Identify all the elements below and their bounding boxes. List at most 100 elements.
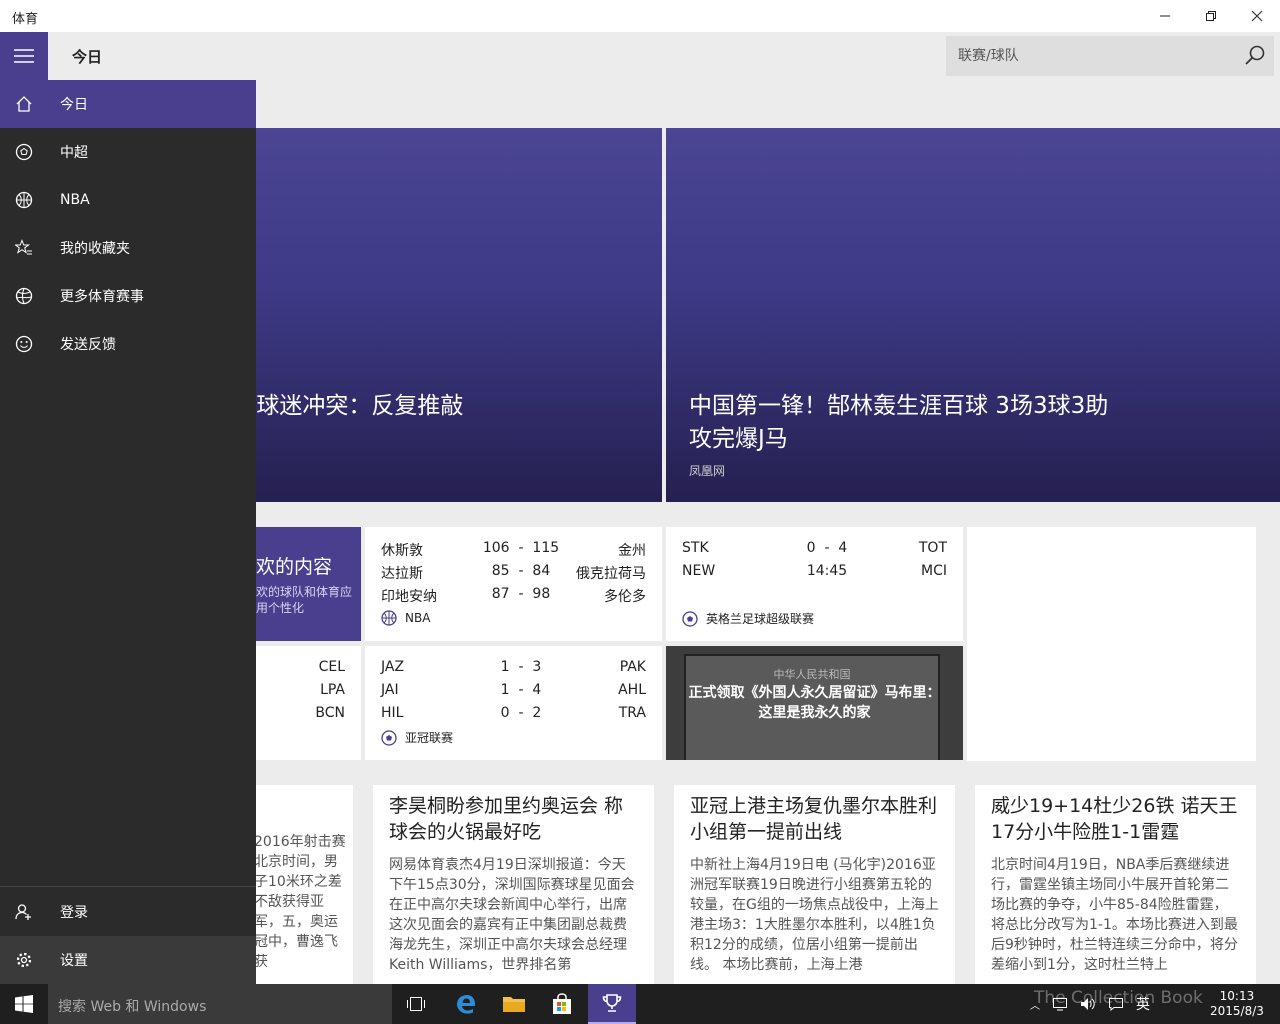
edge-icon (457, 995, 475, 1014)
partial-score-card[interactable]: CEL LPA BCN (250, 646, 361, 760)
team-cell: CEL (318, 659, 345, 675)
league-name: 英格兰足球超级联赛 (706, 612, 815, 626)
taskbar-search-box[interactable]: 搜索 Web 和 Windows (48, 984, 392, 1024)
nav-item-label: 发送反馈 (60, 337, 116, 353)
hero-headline: l球迷冲突：反复推敲 (250, 393, 464, 419)
hero-headline: 中国第一锋！郜林轰生涯百球 3场3球3助攻完爆J马 (689, 393, 1109, 452)
afc-score-card[interactable]: JAZ 1 - 3 PAK JAI 1 - 4 AHL HIL 0 - 2 TRA 亚冠联赛 (365, 646, 662, 760)
personalize-body: 欢的球队和体育应用个性化 (256, 585, 353, 615)
away-team: TOT (918, 540, 947, 556)
nav-item-today[interactable]: 今日 (0, 80, 256, 128)
app-header: 今日 (0, 32, 1280, 80)
taskbar-explorer-button[interactable] (490, 984, 538, 1024)
news-headline: 李昊桐盼参加里约奥运会 称球会的火锅最好吃 (389, 795, 624, 843)
taskbar-search-placeholder: 搜索 Web 和 Windows (58, 999, 207, 1015)
nav-item-label: 今日 (60, 97, 88, 113)
search-box (946, 36, 1274, 76)
clock-date: 2015/8/3 (1210, 1004, 1264, 1018)
score-row: STK 0 - 4 TOT (682, 540, 947, 563)
away-team: 金州 (618, 543, 646, 559)
title-bar: 体育 (0, 0, 1280, 32)
hamburger-menu-button[interactable] (0, 32, 48, 80)
soccer-ball-icon (381, 729, 397, 746)
nav-item-settings[interactable]: 设置 (0, 936, 256, 984)
nav-item-label: 我的收藏夹 (60, 241, 130, 257)
nav-item-nba[interactable]: NBA (0, 176, 256, 224)
windows-logo-icon (15, 995, 33, 1013)
task-view-icon (407, 997, 425, 1011)
nav-item-sign-in[interactable]: 登录 (0, 888, 256, 936)
home-team: JAI (381, 682, 399, 698)
personalize-card[interactable]: 欢的内容 欢的球队和体育应用个性化 (250, 527, 361, 641)
away-team: 多伦多 (604, 589, 646, 605)
nav-item-feedback[interactable]: 发送反馈 (0, 320, 256, 368)
home-icon (16, 96, 32, 112)
score: 1 - 4 (500, 682, 542, 698)
epl-score-card[interactable]: STK 0 - 4 TOT NEW 14:45 MCI 英格兰足球超级联赛 (666, 527, 963, 641)
gear-icon (16, 952, 32, 968)
app-window: 体育 今日 l球迷冲突：反复推敲 中国第一锋！郜林轰生涯百球 3场3球3助攻完爆… (0, 0, 1280, 1024)
score-row: HIL 0 - 2 TRA (381, 705, 646, 728)
task-view-button[interactable] (392, 984, 440, 1024)
score-row: 印地安纳 87 - 98 多伦多 (381, 586, 646, 609)
nba-score-card[interactable]: 休斯敦 106 - 115 金州 达拉斯 85 - 84 俄克拉荷马 印地安纳 87 - … (365, 527, 662, 641)
score: 106 - 115 (482, 540, 560, 556)
score: 0 - 4 (806, 540, 848, 556)
news-card[interactable]: 亚冠上港主场复仇墨尔本胜利 小组第一提前出线 中新社上海4月19日电 (马化宇)… (674, 785, 955, 984)
league-label: 亚冠联赛 (381, 729, 453, 746)
smiley-icon (15, 335, 33, 353)
news-headline: 威少19+14杜少26铁 诺天王17分小牛险胜1-1雷霆 (991, 795, 1238, 843)
news-body: 2016年射击赛北京时间，男子10米环之差不敌获得亚军，五，奥运冠中，曹逸飞获 (254, 834, 346, 970)
hero-card-right[interactable]: 中国第一锋！郜林轰生涯百球 3场3球3助攻完爆J马 凤凰网 (666, 128, 1280, 502)
away-team: 俄克拉荷马 (576, 566, 646, 582)
taskbar: 搜索 Web 和 Windows ︿ 英 The Collection Book… (0, 984, 1280, 1024)
nav-pane: 今日 中超 NBA 我的收藏夹 更多体育赛事 发送反馈 登录 设置 (0, 80, 256, 984)
restore-button[interactable] (1188, 0, 1234, 32)
soccer-ball-icon (682, 610, 698, 627)
nav-item-csl[interactable]: 中超 (0, 128, 256, 176)
nav-item-more-sports[interactable]: 更多体育赛事 (0, 272, 256, 320)
news-body: 北京时间4月19日，NBA季后赛继续进行，雷霆坐镇主场同小牛展开首轮第二场比赛的… (991, 857, 1238, 973)
away-team: MCI (921, 563, 947, 579)
sports-ball-icon (15, 287, 33, 305)
taskbar-edge-button[interactable] (442, 984, 490, 1024)
league-label: 英格兰足球超级联赛 (682, 610, 814, 627)
home-team: NEW (682, 563, 716, 579)
nav-item-label: 登录 (60, 905, 88, 921)
nav-item-favorites[interactable]: 我的收藏夹 (0, 224, 256, 272)
close-button[interactable] (1234, 0, 1280, 32)
home-team: HIL (381, 705, 404, 721)
score-row: 达拉斯 85 - 84 俄克拉荷马 (381, 563, 646, 586)
search-icon (1245, 45, 1265, 65)
home-team: JAZ (381, 659, 405, 675)
taskbar-sports-app-button[interactable] (588, 984, 636, 1024)
minimize-button[interactable] (1142, 0, 1188, 32)
store-bag-icon (553, 993, 571, 1014)
league-name: NBA (405, 611, 431, 625)
photo-news-card[interactable]: 中华人民共和国 正式领取《外国人永久居留证》马布里：这里是我永久的家 (666, 646, 963, 760)
hamburger-icon (14, 49, 34, 63)
start-button[interactable] (0, 984, 48, 1024)
user-add-icon (15, 904, 31, 920)
watermark: The Collection Book (1034, 988, 1203, 1008)
taskbar-store-button[interactable] (538, 984, 586, 1024)
news-card[interactable]: 威少19+14杜少26铁 诺天王17分小牛险胜1-1雷霆 北京时间4月19日，N… (975, 785, 1256, 984)
home-team: 印地安纳 (381, 589, 437, 605)
score: 14:45 (806, 563, 848, 579)
news-card[interactable]: 2016年射击赛北京时间，男子10米环之差不敌获得亚军，五，奥运冠中，曹逸飞获 (250, 785, 353, 984)
team-cell: BCN (315, 705, 345, 721)
hero-card-left[interactable]: l球迷冲突：反复推敲 (250, 128, 662, 502)
search-input[interactable] (946, 36, 1236, 76)
search-button[interactable] (1244, 45, 1266, 67)
hero-source: 凤凰网 (689, 464, 726, 478)
score: 85 - 84 (491, 563, 551, 579)
minimize-icon (1160, 15, 1170, 17)
news-body: 网易体育袁杰4月19日深圳报道：今天下午15点30分，深圳国际赛球星见面会在正中… (389, 857, 635, 973)
score-row: 休斯敦 106 - 115 金州 (381, 540, 646, 563)
home-team: 休斯敦 (381, 543, 423, 559)
away-team: PAK (619, 659, 646, 675)
news-card[interactable]: 李昊桐盼参加里约奥运会 称球会的火锅最好吃 网易体育袁杰4月19日深圳报道：今天… (373, 785, 654, 984)
photo-caption: 正式领取《外国人永久居留证》马布里：这里是我永久的家 (688, 685, 941, 721)
basketball-icon (15, 191, 33, 209)
clock[interactable]: 10:13 2015/8/3 (1210, 984, 1264, 1024)
